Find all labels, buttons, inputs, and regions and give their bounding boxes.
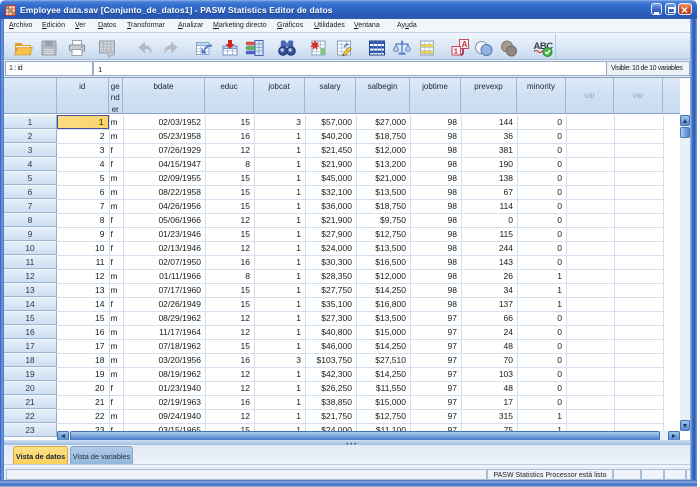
- svg-text:1: 1: [454, 47, 458, 56]
- svg-text:A: A: [462, 40, 468, 49]
